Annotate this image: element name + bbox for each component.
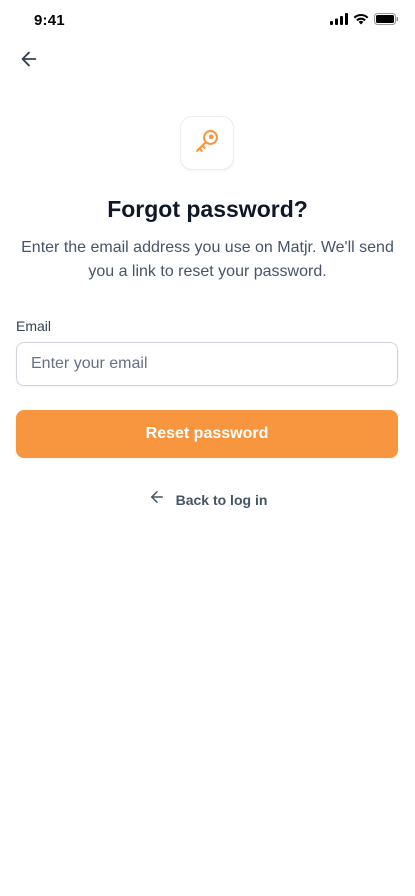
- status-bar: 9:41: [0, 0, 415, 44]
- reset-password-button[interactable]: Reset password: [16, 410, 398, 458]
- page-subtitle: Enter the email address you use on Matjr…: [21, 239, 394, 280]
- back-button[interactable]: [16, 48, 42, 74]
- arrow-left-icon: [18, 48, 40, 75]
- back-to-login-label: Back to log in: [175, 491, 268, 508]
- wifi-icon: [353, 13, 369, 25]
- status-icons: [330, 13, 399, 25]
- arrow-left-icon: [148, 488, 166, 511]
- status-time: 9:41: [34, 12, 65, 29]
- signal-icon: [330, 13, 348, 25]
- email-label: Email: [16, 318, 52, 334]
- page-title: Forgot password?: [107, 196, 308, 222]
- battery-icon: [374, 13, 399, 25]
- email-field[interactable]: [16, 342, 398, 386]
- key-icon: [193, 127, 221, 160]
- key-badge: [180, 116, 234, 170]
- back-to-login-link[interactable]: Back to log in: [0, 488, 415, 511]
